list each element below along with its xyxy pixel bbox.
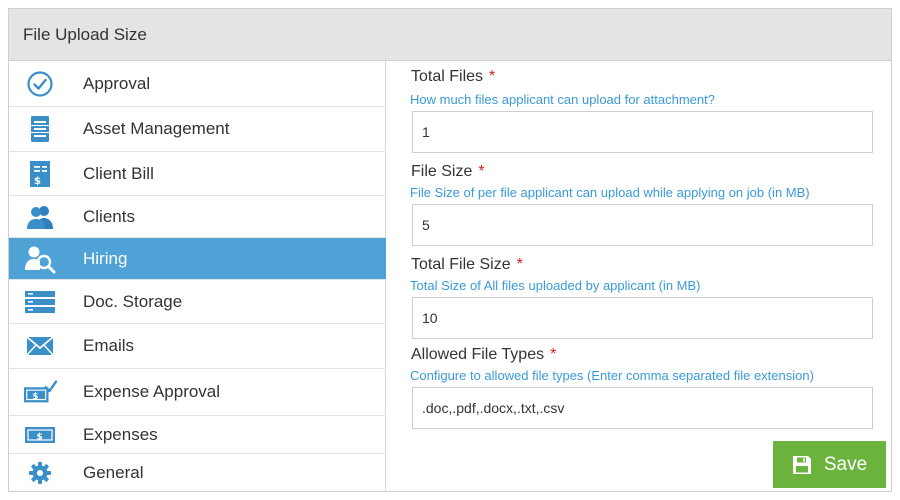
- sidebar: Approval Asset Management $ Client Bill …: [9, 61, 386, 492]
- svg-text:$: $: [32, 392, 38, 402]
- panel-header: File Upload Size: [9, 9, 891, 61]
- sidebar-item-expense-approval[interactable]: $ Expense Approval: [9, 369, 386, 416]
- total-file-size-help: Total Size of All files uploaded by appl…: [410, 278, 701, 293]
- floppy-disk-icon: [792, 455, 812, 475]
- money-check-icon: $: [23, 377, 57, 407]
- file-size-input[interactable]: [412, 204, 873, 246]
- total-files-help: How much files applicant can upload for …: [410, 92, 715, 107]
- allowed-file-types-label: Allowed File Types *: [411, 346, 557, 363]
- file-size-label: File Size *: [411, 163, 485, 180]
- user-search-icon: [23, 244, 57, 274]
- total-file-size-input[interactable]: [412, 297, 873, 339]
- total-files-label: Total Files *: [411, 68, 496, 85]
- sidebar-item-expenses[interactable]: $ Expenses: [9, 416, 386, 454]
- svg-text:$: $: [34, 176, 41, 187]
- allowed-file-types-help: Configure to allowed file types (Enter c…: [410, 368, 814, 383]
- file-size-help: File Size of per file applicant can uplo…: [410, 185, 810, 200]
- sidebar-item-label: Expenses: [83, 424, 158, 444]
- sidebar-item-label: Hiring: [83, 248, 128, 268]
- upload-size-form: Total Files * How much files applicant ca…: [387, 61, 892, 492]
- sidebar-item-emails[interactable]: Emails: [9, 324, 386, 369]
- panel-title: File Upload Size: [23, 24, 147, 44]
- sidebar-item-doc-storage[interactable]: Doc. Storage: [9, 280, 386, 324]
- bill-icon: $: [23, 159, 57, 189]
- cabinet-icon: [23, 114, 57, 144]
- required-marker: *: [478, 163, 485, 180]
- sidebar-item-label: General: [83, 463, 144, 482]
- sidebar-item-client-bill[interactable]: $ Client Bill: [9, 152, 386, 196]
- sidebar-item-clients[interactable]: Clients: [9, 196, 386, 238]
- svg-text:$: $: [37, 432, 43, 442]
- money-icon: $: [23, 420, 57, 450]
- allowed-file-types-input[interactable]: [412, 387, 873, 429]
- sidebar-item-label: Doc. Storage: [83, 291, 183, 311]
- sidebar-item-label: Expense Approval: [83, 382, 221, 401]
- sidebar-item-hiring[interactable]: Hiring: [9, 238, 386, 280]
- users-icon: [23, 202, 57, 232]
- gear-icon: [23, 458, 57, 488]
- sidebar-item-label: Client Bill: [83, 163, 154, 183]
- sidebar-item-label: Asset Management: [83, 119, 230, 138]
- sidebar-item-general[interactable]: General: [9, 454, 386, 492]
- required-marker: *: [550, 346, 557, 363]
- sidebar-item-label: Emails: [83, 336, 135, 355]
- settings-panel: File Upload Size Approval Asset Manageme…: [8, 8, 892, 492]
- sidebar-item-asset-management[interactable]: Asset Management: [9, 107, 386, 152]
- required-marker: *: [489, 68, 496, 85]
- sidebar-item-approval[interactable]: Approval: [9, 61, 386, 107]
- required-marker: *: [516, 256, 523, 273]
- save-button[interactable]: Save: [773, 441, 886, 488]
- sidebar-item-label: Approval: [83, 73, 151, 93]
- check-circle-icon: [23, 69, 57, 99]
- total-file-size-label: Total File Size *: [411, 256, 523, 273]
- envelope-icon: [23, 331, 57, 361]
- sidebar-item-label: Clients: [83, 206, 135, 226]
- total-files-input[interactable]: [412, 111, 873, 153]
- storage-icon: [23, 287, 57, 317]
- save-button-label: Save: [823, 453, 868, 475]
